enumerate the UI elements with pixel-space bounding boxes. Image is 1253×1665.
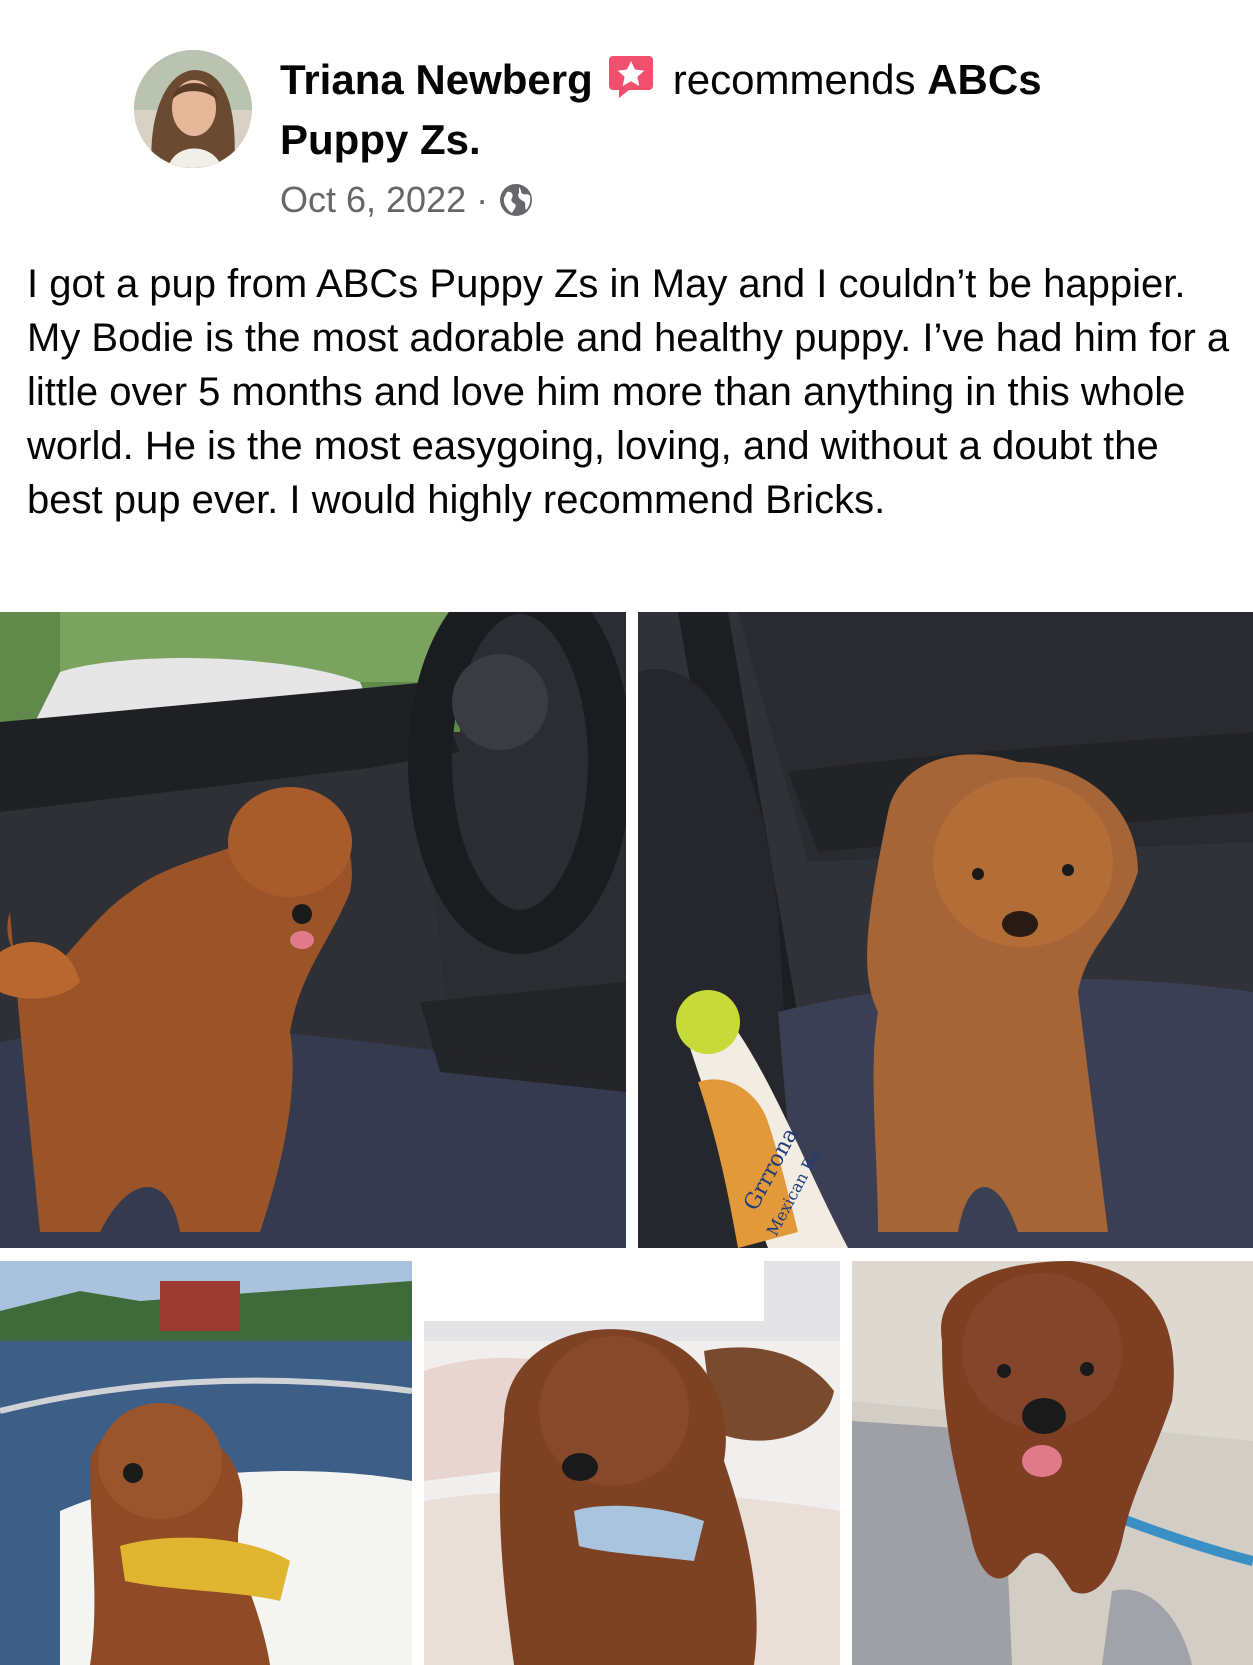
post-meta: Oct 6, 2022 · <box>280 178 534 222</box>
photo-puppy-boat[interactable] <box>0 1261 412 1665</box>
recommends-label: recommends <box>672 56 916 103</box>
star-badge-icon <box>607 52 655 100</box>
author-name[interactable]: Triana Newberg <box>280 56 593 103</box>
photo-puppy-seat-toy[interactable]: Grrrona Mexican Be <box>638 612 1253 1248</box>
post-date[interactable]: Oct 6, 2022 <box>280 178 466 222</box>
post-header: Triana Newberg recommends ABCs Puppy Zs. O… <box>0 0 1253 240</box>
photo-puppy-sand[interactable] <box>852 1261 1253 1665</box>
page-name-line2: Puppy Zs. <box>280 116 481 163</box>
photo-puppy-bed[interactable] <box>424 1261 840 1665</box>
post-title: Triana Newberg recommends ABCs Puppy Zs. <box>280 50 1180 170</box>
meta-separator: · <box>476 179 489 220</box>
author-avatar[interactable] <box>134 50 252 168</box>
globe-icon[interactable] <box>498 182 534 218</box>
photo-puppy-car-steering[interactable] <box>0 612 626 1248</box>
page-name-line1: ABCs <box>927 56 1042 103</box>
post-body-text: I got a pup from ABCs Puppy Zs in May an… <box>27 262 1230 522</box>
